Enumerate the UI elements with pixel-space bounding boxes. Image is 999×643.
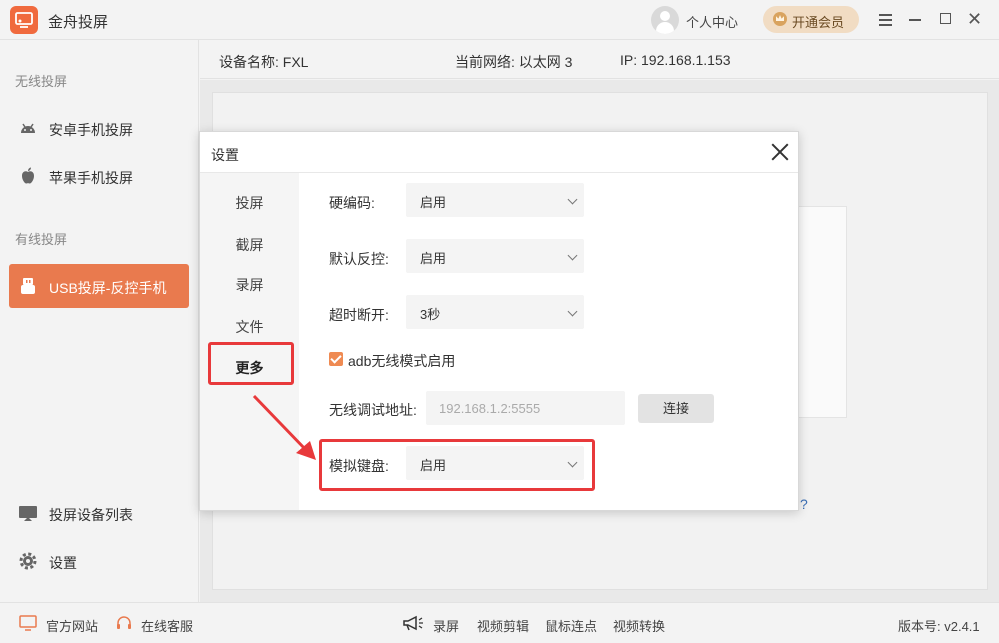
sidebar-section-wired: 有线投屏 xyxy=(15,232,68,247)
avatar-icon xyxy=(651,6,679,34)
device-name: 设备名称: FXL xyxy=(219,54,309,70)
sidebar: 无线投屏 安卓手机投屏 苹果手机投屏 有线投屏 USB投屏-反控手机 投屏设备列… xyxy=(0,40,199,602)
nav-item-file[interactable]: 文件 xyxy=(200,317,299,337)
highlight-keyboard-row xyxy=(319,439,595,491)
connect-button[interactable]: 连接 xyxy=(638,394,714,423)
chevron-down-icon xyxy=(567,306,578,317)
default-control-select[interactable]: 启用 xyxy=(406,239,584,273)
sidebar-item-device-list[interactable]: 投屏设备列表 xyxy=(9,491,189,535)
sidebar-item-apple[interactable]: 苹果手机投屏 xyxy=(9,154,189,198)
website-icon xyxy=(19,615,37,631)
nav-item-cast[interactable]: 投屏 xyxy=(200,193,299,213)
app-logo-icon xyxy=(10,6,38,34)
headset-icon xyxy=(117,616,131,629)
sidebar-item-label: USB投屏-反控手机 xyxy=(49,280,167,296)
timeout-select[interactable]: 3秒 xyxy=(406,295,584,329)
sidebar-section-wireless: 无线投屏 xyxy=(15,74,68,89)
title-bar: 金舟投屏 个人中心 开通会员 ✕ xyxy=(0,0,999,40)
inner-card xyxy=(795,206,847,418)
megaphone-icon xyxy=(403,615,423,631)
apple-icon xyxy=(22,167,34,184)
sidebar-item-label: 苹果手机投屏 xyxy=(49,170,133,186)
nav-item-record[interactable]: 录屏 xyxy=(200,275,299,295)
dialog-close-icon[interactable] xyxy=(769,141,791,163)
support-link[interactable]: 在线客服 xyxy=(141,616,193,635)
minimize-icon[interactable] xyxy=(907,10,925,28)
vip-button-label: 开通会员 xyxy=(792,15,845,30)
version-label: 版本号: v2.4.1 xyxy=(898,619,980,634)
maximize-icon[interactable] xyxy=(937,10,955,28)
chevron-down-icon xyxy=(567,194,578,205)
sidebar-item-label: 设置 xyxy=(49,555,77,571)
adb-checkbox-label[interactable]: adb无线模式启用 xyxy=(348,351,455,371)
sidebar-item-label: 投屏设备列表 xyxy=(49,507,133,523)
help-link[interactable]: ? xyxy=(800,496,808,512)
crown-icon xyxy=(773,12,787,26)
adb-checkbox[interactable] xyxy=(329,352,343,366)
sidebar-item-android[interactable]: 安卓手机投屏 xyxy=(9,106,189,150)
default-control-label: 默认反控: xyxy=(329,251,389,267)
android-icon xyxy=(21,123,35,133)
addr-label: 无线调试地址: xyxy=(329,402,417,418)
record-link[interactable]: 录屏 xyxy=(433,616,459,635)
video-convert-link[interactable]: 视频转换 xyxy=(613,616,665,635)
sidebar-item-label: 安卓手机投屏 xyxy=(49,122,133,138)
dialog-title: 设置 xyxy=(211,147,239,163)
timeout-label: 超时断开: xyxy=(329,307,389,323)
user-center-label: 个人中心 xyxy=(686,15,739,30)
device-info-bar: 设备名称: FXL 当前网络: 以太网 3 IP: 192.168.1.153 xyxy=(200,40,999,79)
sidebar-item-settings[interactable]: 设置 xyxy=(9,539,189,583)
monitor-icon xyxy=(19,506,37,521)
annotation-arrow-icon xyxy=(252,394,316,460)
hw-encoding-select[interactable]: 启用 xyxy=(406,183,584,217)
chevron-down-icon xyxy=(567,250,578,261)
select-value: 启用 xyxy=(420,251,447,266)
website-link[interactable]: 官方网站 xyxy=(46,616,98,635)
ip-address: IP: 192.168.1.153 xyxy=(620,52,731,68)
menu-icon[interactable] xyxy=(877,10,895,28)
hw-encoding-label: 硬编码: xyxy=(329,195,375,211)
wireless-debug-address-input[interactable] xyxy=(426,391,625,425)
highlight-more-tab xyxy=(208,342,294,385)
gear-icon xyxy=(19,552,37,570)
select-value: 3秒 xyxy=(420,307,441,322)
usb-icon xyxy=(21,278,35,294)
mouse-clicker-link[interactable]: 鼠标连点 xyxy=(545,616,597,635)
sidebar-item-usb[interactable]: USB投屏-反控手机 xyxy=(9,264,189,308)
vip-button[interactable]: 开通会员 xyxy=(763,6,859,33)
close-icon[interactable]: ✕ xyxy=(967,10,985,28)
app-title: 金舟投屏 xyxy=(48,14,109,31)
nav-item-screenshot[interactable]: 截屏 xyxy=(200,235,299,255)
footer: 官方网站 在线客服 录屏 视频剪辑 鼠标连点 视频转换 版本号: v2.4.1 xyxy=(0,602,999,643)
video-edit-link[interactable]: 视频剪辑 xyxy=(477,616,529,635)
network-info: 当前网络: 以太网 3 xyxy=(455,54,573,70)
select-value: 启用 xyxy=(420,195,447,210)
